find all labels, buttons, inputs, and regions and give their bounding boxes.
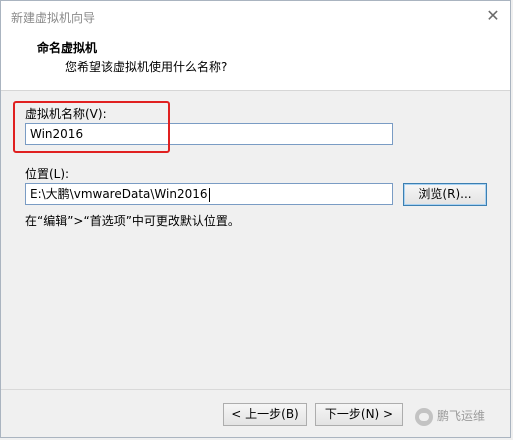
page-title: 命名虚拟机 [37,41,98,55]
browse-button[interactable]: 浏览(R)... [403,183,487,206]
vm-name-input[interactable]: Win2016 [25,123,393,145]
wizard-header: 命名虚拟机 您希望该虚拟机使用什么名称? [1,31,510,91]
page-subtitle: 您希望该虚拟机使用什么名称? [65,60,228,74]
vm-name-value: Win2016 [30,127,84,141]
location-input[interactable]: E:\大鹏\vmwareData\Win2016 [25,183,393,205]
next-button[interactable]: 下一步(N) > [315,403,403,426]
watermark: 鹏飞运维 [415,403,485,429]
back-button[interactable]: < 上一步(B) [223,403,307,426]
footer-divider [1,389,510,390]
location-hint: 在“编辑”>“首选项”中可更改默认位置。 [25,214,240,228]
location-label: 位置(L): [25,167,70,181]
watermark-text: 鹏飞运维 [437,409,486,423]
location-value: E:\大鹏\vmwareData\Win2016 [30,187,208,201]
wechat-logo-icon [415,407,433,426]
close-icon[interactable]: ✕ [484,7,502,25]
new-vm-wizard-window: 新建虚拟机向导 ✕ 命名虚拟机 您希望该虚拟机使用什么名称? 虚拟机名称(V):… [0,0,511,438]
title-bar: 新建虚拟机向导 ✕ [1,1,510,31]
window-title: 新建虚拟机向导 [11,11,96,25]
text-caret [208,187,210,202]
vm-name-label: 虚拟机名称(V): [25,107,107,121]
